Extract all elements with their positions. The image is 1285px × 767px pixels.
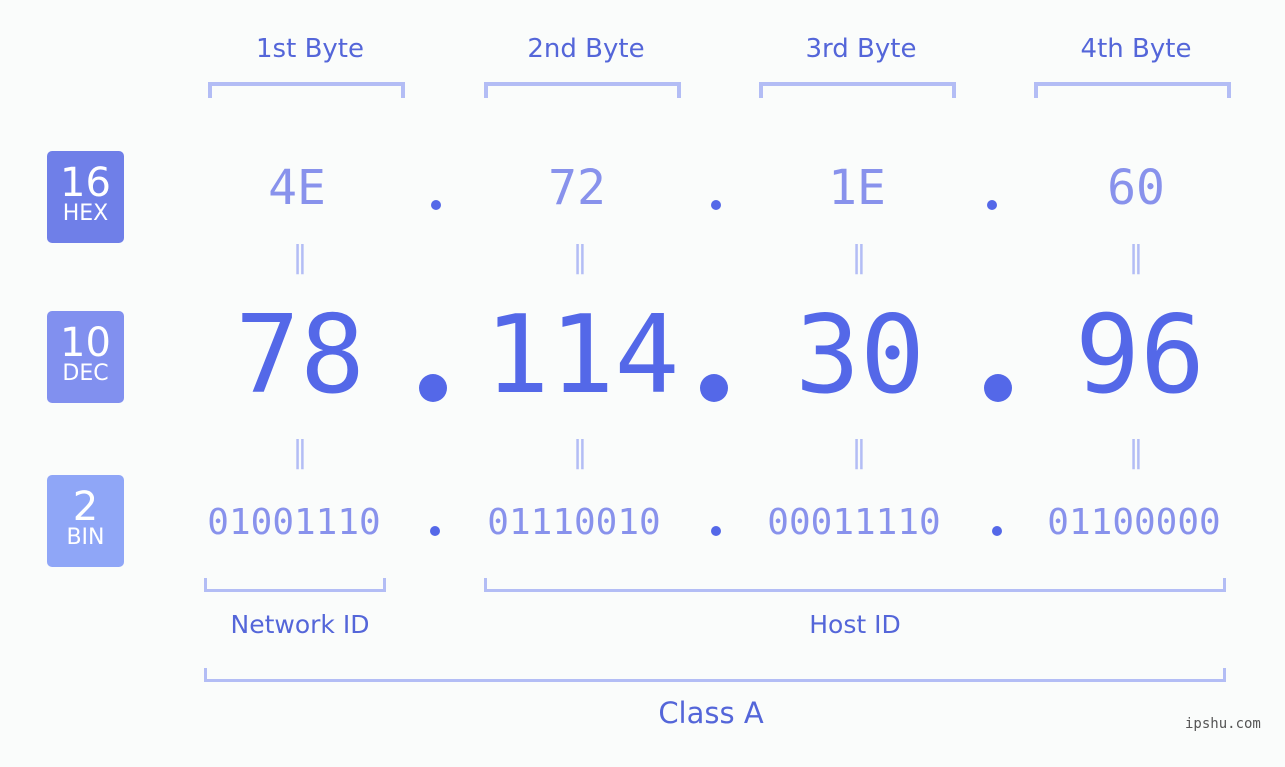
bin-dot-2 <box>711 526 721 536</box>
hex-dot-1 <box>431 200 441 210</box>
network-id-bracket <box>204 578 386 592</box>
bin-byte-4: 01100000 <box>1047 502 1221 543</box>
equals-sign: ‖ <box>292 240 308 275</box>
bin-dot-1 <box>430 526 440 536</box>
bin-byte-2: 01110010 <box>487 502 661 543</box>
byte-bracket-4 <box>1034 82 1231 98</box>
dec-dot-2 <box>700 374 728 402</box>
dec-byte-2: 114 <box>484 293 680 418</box>
equals-sign: ‖ <box>292 435 308 470</box>
class-label: Class A <box>658 696 764 730</box>
dec-dot-1 <box>419 374 447 402</box>
byte-bracket-1 <box>208 82 405 98</box>
bin-base-number: 2 <box>72 484 99 530</box>
dec-byte-1: 78 <box>234 293 366 418</box>
byte-header-3: 3rd Byte <box>805 34 917 64</box>
equals-sign: ‖ <box>1128 240 1144 275</box>
bin-dot-3 <box>992 526 1002 536</box>
hex-base-label: HEX <box>62 201 109 226</box>
equals-sign: ‖ <box>572 435 588 470</box>
byte-bracket-3 <box>759 82 956 98</box>
hex-badge: 16 HEX <box>47 151 124 243</box>
dec-byte-4: 96 <box>1074 293 1206 418</box>
byte-header-2: 2nd Byte <box>527 34 645 64</box>
hex-byte-4: 60 <box>1107 160 1165 216</box>
host-id-bracket <box>484 578 1226 592</box>
watermark: ipshu.com <box>1185 716 1261 732</box>
bin-base-label: BIN <box>66 525 105 550</box>
byte-bracket-2 <box>484 82 681 98</box>
equals-sign: ‖ <box>1128 435 1144 470</box>
dec-base-label: DEC <box>62 361 109 386</box>
dec-byte-3: 30 <box>794 293 926 418</box>
class-bracket <box>204 668 1226 682</box>
byte-header-1: 1st Byte <box>256 34 364 64</box>
hex-dot-3 <box>987 200 997 210</box>
equals-sign: ‖ <box>851 435 867 470</box>
network-id-label: Network ID <box>230 610 370 639</box>
hex-byte-3: 1E <box>828 160 886 216</box>
equals-sign: ‖ <box>572 240 588 275</box>
bin-byte-3: 00011110 <box>767 502 941 543</box>
bin-byte-1: 01001110 <box>207 502 381 543</box>
dec-base-number: 10 <box>60 320 111 366</box>
byte-header-4: 4th Byte <box>1080 34 1192 64</box>
hex-base-number: 16 <box>60 160 111 206</box>
dec-badge: 10 DEC <box>47 311 124 403</box>
hex-byte-1: 4E <box>268 160 326 216</box>
equals-sign: ‖ <box>851 240 867 275</box>
bin-badge: 2 BIN <box>47 475 124 567</box>
dec-dot-3 <box>984 374 1012 402</box>
hex-dot-2 <box>711 200 721 210</box>
host-id-label: Host ID <box>809 610 901 639</box>
hex-byte-2: 72 <box>548 160 606 216</box>
